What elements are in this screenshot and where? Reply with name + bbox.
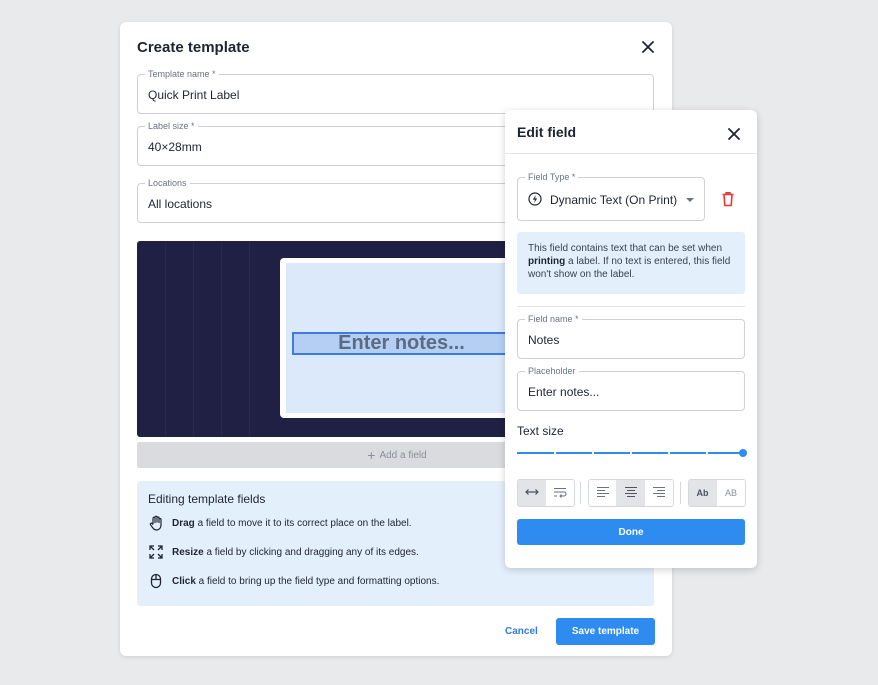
slider-tick [630, 451, 632, 455]
done-button[interactable]: Done [517, 519, 745, 545]
resize-icon [148, 544, 164, 560]
add-field-label: Add a field [379, 449, 427, 461]
label-area: Enter notes... [286, 263, 534, 413]
dialog-title: Create template [137, 39, 250, 56]
slider-thumb[interactable] [739, 449, 747, 457]
save-template-button[interactable]: Save template [556, 618, 655, 645]
locations-label: Locations [145, 177, 190, 189]
field-name-input[interactable]: Field name * Notes [517, 313, 745, 359]
template-name-value: Quick Print Label [148, 88, 240, 102]
slider-tick [706, 451, 708, 455]
placeholder-label: Placeholder [525, 365, 579, 377]
wrap-mode-group [517, 479, 575, 507]
close-icon[interactable] [640, 39, 656, 55]
mouse-click-icon [148, 573, 164, 589]
slider-tick [554, 451, 556, 455]
no-wrap-arrows-icon [524, 486, 539, 500]
placeholder-value: Enter notes... [528, 385, 600, 399]
field-type-value: Dynamic Text (On Print) [550, 193, 678, 207]
label-preview: Enter notes... [280, 258, 540, 418]
align-left-button[interactable] [589, 480, 617, 506]
help-row-text: Click a field to bring up the field type… [172, 575, 440, 587]
slider-tick [668, 451, 670, 455]
lightning-circle-icon [528, 192, 542, 206]
toolbar-divider [680, 482, 681, 504]
cancel-button[interactable]: Cancel [505, 626, 538, 637]
edit-field-panel: Edit field Field Type * Dynamic Text (On… [505, 110, 757, 568]
case-upper-button[interactable]: AB [717, 480, 745, 506]
notes-field-element[interactable]: Enter notes... [292, 332, 511, 355]
align-center-icon [624, 486, 638, 500]
align-left-icon [596, 486, 610, 500]
field-name-label: Field name * [525, 313, 582, 325]
help-row-text: Drag a field to move it to its correct p… [172, 517, 412, 529]
trash-icon[interactable] [721, 191, 735, 207]
panel-divider [517, 306, 745, 307]
template-name-label: Template name * [145, 68, 219, 80]
label-size-label: Label size * [145, 120, 198, 132]
field-type-label: Field Type * [525, 171, 579, 183]
align-right-button[interactable] [645, 480, 673, 506]
help-row-resize: Resize a field by clicking and dragging … [148, 544, 419, 560]
text-wrap-button[interactable] [546, 480, 574, 506]
toolbar-divider [580, 482, 581, 504]
align-center-button[interactable] [617, 480, 645, 506]
alignment-group [588, 479, 674, 507]
help-row-text: Resize a field by clicking and dragging … [172, 546, 419, 558]
chevron-down-icon [686, 198, 694, 202]
field-info-box: This field contains text that can be set… [517, 232, 745, 294]
locations-value: All locations [148, 197, 213, 211]
plus-icon: + [367, 447, 376, 463]
align-right-icon [652, 486, 666, 500]
field-name-value: Notes [528, 333, 560, 347]
help-title: Editing template fields [148, 492, 266, 506]
close-icon[interactable] [726, 126, 742, 142]
panel-title: Edit field [517, 124, 577, 140]
text-wrap-icon [553, 486, 567, 500]
help-row-click: Click a field to bring up the field type… [148, 573, 439, 589]
label-size-value: 40×28mm [148, 140, 202, 154]
panel-divider [505, 153, 757, 154]
field-type-select[interactable]: Field Type * Dynamic Text (On Print) [517, 171, 705, 221]
case-group: Ab AB [688, 479, 746, 507]
case-sentence-button[interactable]: Ab [689, 480, 717, 506]
hand-drag-icon [148, 515, 164, 531]
text-size-label: Text size [517, 424, 564, 438]
placeholder-input[interactable]: Placeholder Enter notes... [517, 365, 745, 411]
text-size-slider[interactable] [517, 448, 747, 458]
help-row-drag: Drag a field to move it to its correct p… [148, 515, 412, 531]
no-wrap-button[interactable] [518, 480, 546, 506]
template-name-field[interactable]: Template name * Quick Print Label [137, 68, 654, 114]
slider-tick [592, 451, 594, 455]
